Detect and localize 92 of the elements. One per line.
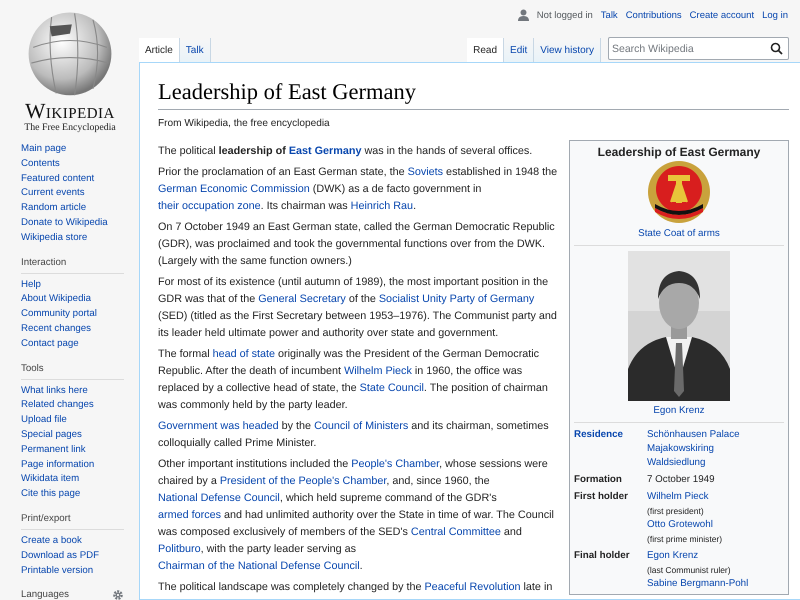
inline-link[interactable]: People's Chamber (351, 458, 440, 470)
paragraph: Government was headed by the Council of Ministers and its chairman, sometimes colloquially called Prime Minister. (158, 419, 550, 451)
value-link[interactable]: Majakowskiring (647, 442, 714, 456)
sidebar-link[interactable]: Permanent link (21, 442, 86, 458)
tab[interactable]: Edit (504, 38, 534, 63)
settings-icon[interactable] (112, 589, 124, 600)
sidebar-heading: Tools (21, 362, 44, 376)
sidebar-heading: Print/export (21, 512, 71, 526)
page-title: Leadership of East Germany (158, 77, 789, 110)
tab[interactable]: View history (534, 38, 601, 63)
inline-link[interactable]: President of the People's Chamber (220, 475, 386, 487)
sidebar-link[interactable]: Related changes (21, 398, 94, 414)
value-link[interactable]: Otto Grotewohl (647, 518, 713, 532)
row-label: Final holder (574, 549, 631, 563)
row-label: First holder (574, 490, 629, 504)
inline-link[interactable]: Socialist Unity Party of Germany (378, 293, 534, 305)
sidebar-link[interactable]: What links here (21, 384, 88, 398)
row-label[interactable]: Residence (574, 428, 647, 470)
wordmark: Wikipedia (25, 100, 115, 122)
inline-link[interactable]: Heinrich Rau (350, 200, 414, 212)
inline-link[interactable]: Government was headed (158, 420, 279, 432)
value-link[interactable]: Waldsiedlung (647, 456, 706, 470)
user-icon (518, 9, 529, 21)
inline-link[interactable]: Wilhelm Pieck (344, 365, 412, 377)
value-link[interactable]: Egon Krenz (647, 549, 698, 563)
search-field[interactable]: Search Wikipedia (608, 37, 789, 60)
site-subtitle: From Wikipedia, the free encyclopedia (158, 118, 331, 129)
emblem-drawing (647, 160, 711, 224)
image-caption[interactable]: State Coat of arms (638, 227, 720, 241)
sidebar-link[interactable]: Create a book (21, 534, 82, 549)
inline-link[interactable]: Soviets (408, 166, 444, 178)
personal-link[interactable]: Log in (762, 10, 788, 20)
value-link[interactable]: Schönhausen Palace (647, 428, 740, 442)
sidebar-link[interactable]: Help (21, 278, 41, 292)
personal-link[interactable]: Create account (690, 10, 754, 20)
inline-link[interactable]: Chairman of the National Defense Council (158, 560, 360, 572)
inline-link[interactable]: General Secretary (258, 293, 346, 305)
value-link[interactable]: Sabine Bergmann-Pohl (647, 577, 748, 591)
sidebar-link[interactable]: Printable version (21, 564, 94, 578)
paragraph: For most of its existence (until autumn of 1989), the most important position in the GDR was that of the General Secretary of the Socialist Unity Party of Germany (SED) (titled as the First Secretary between 1953–1976). The Communist party and its leader held ultimate power and authority over state and government. (158, 275, 558, 341)
value-note: (first president) (647, 505, 704, 518)
sidebar-link[interactable]: Wikipedia store (21, 230, 88, 246)
inline-link[interactable]: head of state (212, 348, 276, 360)
sidebar-link[interactable]: Upload file (21, 413, 67, 428)
value-link[interactable]: Wilhelm Pieck (647, 490, 709, 504)
sidebar-link[interactable]: Contents (21, 156, 60, 172)
value-text: 7 October 1949 (647, 473, 715, 487)
sidebar-link[interactable]: Community portal (21, 307, 97, 322)
inline-link[interactable]: Peaceful Revolution (424, 581, 521, 593)
sidebar-link[interactable]: Wikidata item (21, 472, 80, 488)
sidebar-link[interactable]: Recent changes (21, 322, 92, 337)
paragraph: Other important institutions included the People's Chamber, whose sessions were chaired by a President of the People's Chamber, and, since 1960, the National Defense Council, which held supreme command of the GDR's armed forces and had unlimited authority over the State in time of war. The Council was composed exclusively of members of the SED's Central Committee and Politburo, with the party leader serving as Chairman of the National Defense Council. (158, 457, 555, 574)
personal-link[interactable]: Contributions (626, 10, 682, 20)
tab[interactable]: Article (139, 38, 180, 63)
image-caption[interactable]: Egon Krenz (653, 404, 705, 418)
paragraph: Prior the proclamation of an East German state, the Soviets established in 1948 the German Economic Commission (DWK) as a de facto government in their occupation zone. Its chairman was Heinrich Rau. (158, 165, 558, 214)
sidebar-link[interactable]: Current events (21, 186, 85, 202)
inline-link[interactable]: Council of Ministers (314, 420, 408, 432)
sidebar-link[interactable]: Contact page (21, 336, 79, 352)
inline-link[interactable]: State Council (360, 382, 424, 394)
tagline: The Free Encyclopedia (24, 122, 116, 134)
infobox-title: Leadership of East Germany (596, 144, 762, 160)
value-note: (first prime minister) (647, 533, 722, 546)
login-status: Not logged in (536, 10, 593, 20)
paragraph: On 7 October 1949 an East German state, called the German Democratic Republic (GDR), was proclaimed and took the governmental functions over from the DWK. (Largely with the same function owners.) (158, 220, 556, 269)
sidebar-link[interactable]: Main page (21, 142, 66, 157)
inline-link[interactable]: German Economic Commission (158, 183, 310, 195)
inline-link[interactable]: East Germany (288, 145, 362, 157)
tab[interactable]: Read (467, 38, 504, 63)
paragraph: The formal head of state originally was the President of the German Democratic Republic. After the death of incumbent Wilhelm Pieck in 1960, the office was replaced by a collective head of state, the State Council. The position of chairman was commonly held by the party leader. (158, 347, 549, 413)
sidebar-link[interactable]: Special pages (21, 428, 82, 443)
inline-link[interactable]: their occupation zone (158, 200, 261, 212)
sidebar-link[interactable]: Random article (21, 201, 86, 216)
value-note: (last Communist ruler) (647, 564, 731, 577)
sidebar-heading: Languages (21, 588, 69, 600)
personal-link[interactable]: Talk (600, 10, 618, 20)
inline-link[interactable]: Politburo (158, 543, 201, 555)
paragraph: The political landscape was completely changed by the Peaceful Revolution late in (158, 580, 554, 595)
inline-link[interactable]: Central Committee (410, 526, 501, 538)
sidebar-link[interactable]: Donate to Wikipedia (21, 216, 108, 231)
inline-link[interactable]: National Defense Council (158, 492, 280, 504)
sidebar-link[interactable]: About Wikipedia (21, 292, 92, 308)
sidebar-link[interactable]: Cite this page (21, 487, 80, 502)
tab[interactable]: Talk (180, 38, 211, 63)
sidebar-link[interactable]: Download as PDF (21, 548, 100, 564)
paragraph: The political leadership of East Germany was in the hands of several offices. (158, 144, 534, 159)
sidebar-link[interactable]: Featured content (21, 172, 94, 186)
sidebar-link[interactable]: Page information (21, 458, 94, 472)
sidebar-heading: Interaction (21, 256, 66, 270)
row-label: Formation (574, 473, 623, 487)
search-icon[interactable] (770, 42, 783, 55)
inline-link[interactable]: armed forces (158, 509, 222, 521)
